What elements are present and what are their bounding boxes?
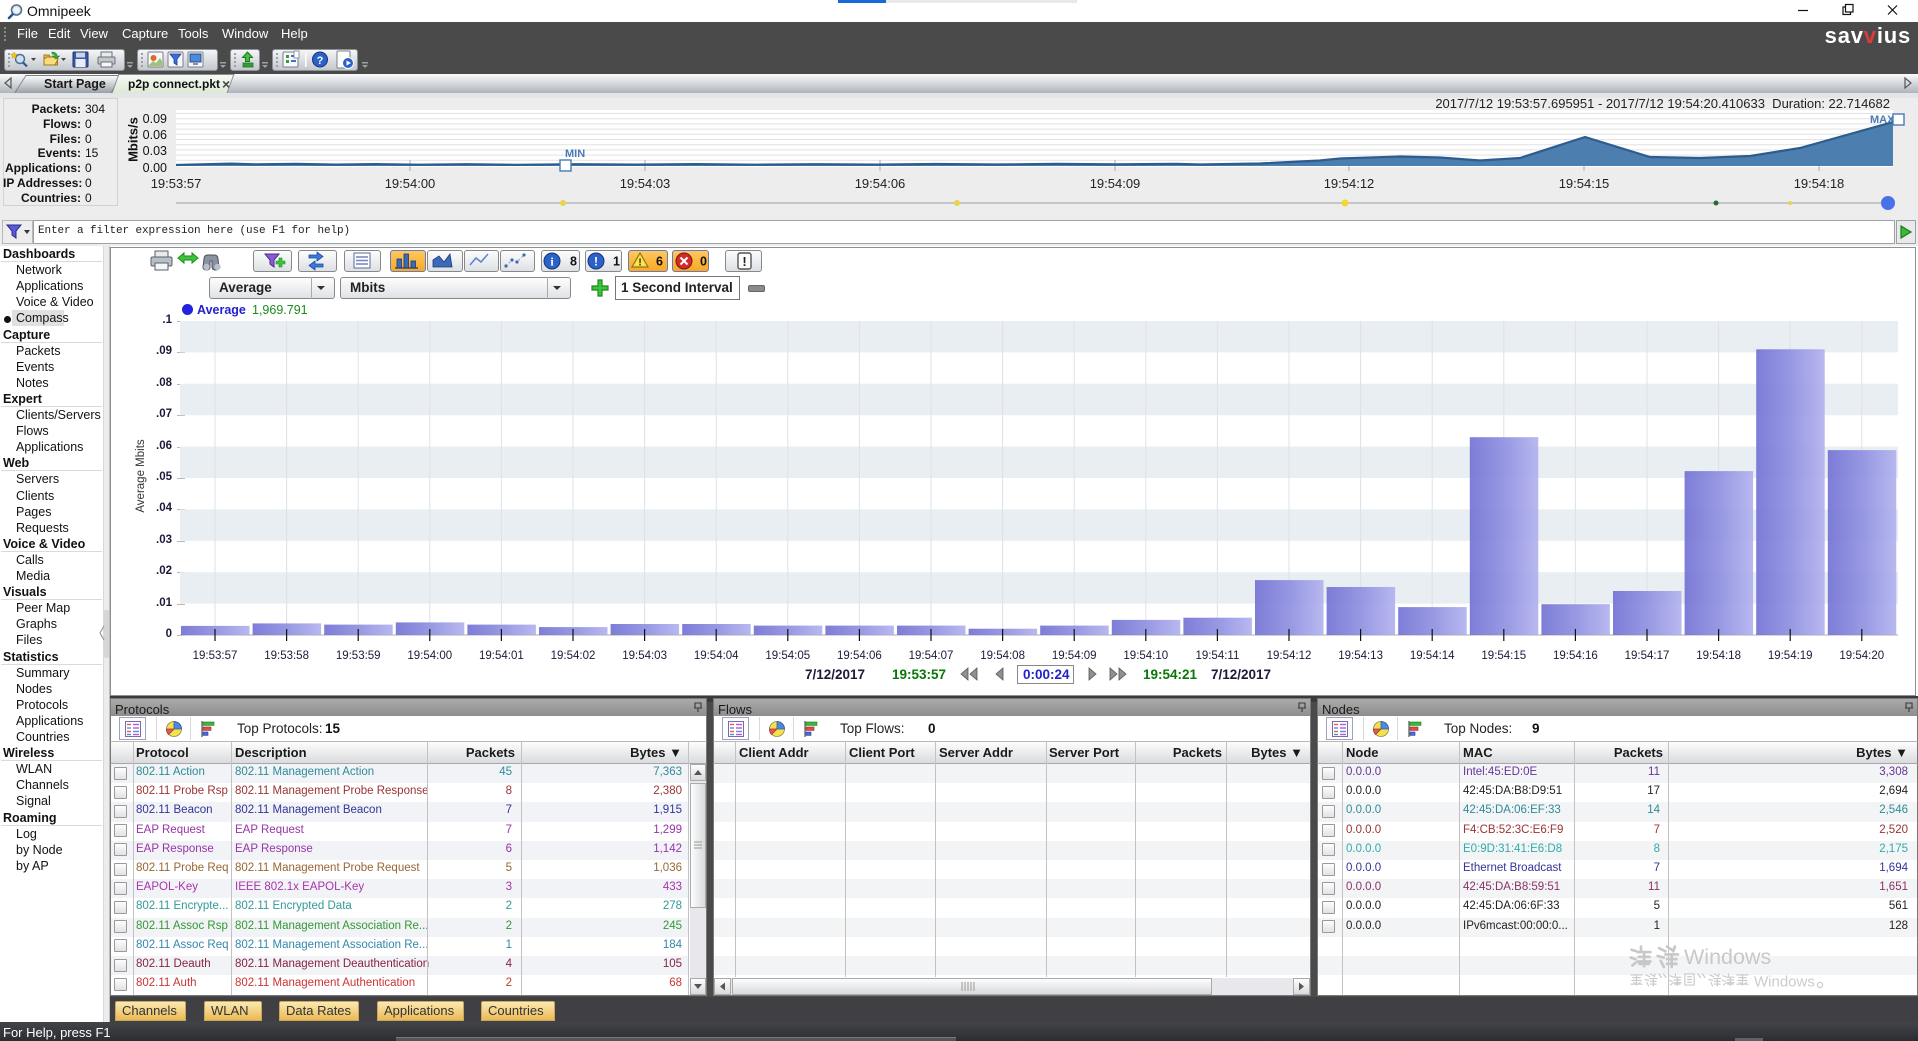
- svg-text:19:53:59: 19:53:59: [336, 650, 381, 662]
- svg-text:19:54:06: 19:54:06: [855, 176, 906, 191]
- svg-text:19:54:14: 19:54:14: [1410, 650, 1455, 662]
- svg-text:19:54:11: 19:54:11: [1195, 650, 1239, 662]
- svg-text:19:54:04: 19:54:04: [694, 650, 739, 662]
- svg-text:19:54:16: 19:54:16: [1553, 650, 1598, 662]
- svg-text:19:54:00: 19:54:00: [385, 176, 436, 191]
- svg-text:19:54:12: 19:54:12: [1267, 650, 1312, 662]
- svg-text:19:54:08: 19:54:08: [980, 650, 1025, 662]
- svg-text:!: !: [594, 255, 598, 269]
- svg-text:19:54:01: 19:54:01: [479, 650, 524, 662]
- svg-text:19:54:10: 19:54:10: [1123, 650, 1168, 662]
- svg-text:0: 0: [700, 255, 707, 269]
- svg-text:19:54:15: 19:54:15: [1559, 176, 1610, 191]
- svg-text:19:54:20: 19:54:20: [1839, 650, 1884, 662]
- svg-text:8: 8: [570, 255, 577, 269]
- svg-text:19:53:58: 19:53:58: [264, 650, 309, 662]
- svg-text:19:54:03: 19:54:03: [620, 176, 671, 191]
- svg-text:19:54:00: 19:54:00: [407, 650, 452, 662]
- svg-text:19:54:12: 19:54:12: [1324, 176, 1375, 191]
- svg-text:1: 1: [613, 255, 620, 269]
- svg-text:19:54:09: 19:54:09: [1090, 176, 1141, 191]
- svg-text:19:54:02: 19:54:02: [551, 650, 596, 662]
- svg-text:19:54:05: 19:54:05: [765, 650, 810, 662]
- svg-text:19:54:18: 19:54:18: [1794, 176, 1845, 191]
- svg-text:!: !: [742, 254, 746, 269]
- svg-text:19:54:19: 19:54:19: [1768, 650, 1813, 662]
- svg-text:19:54:18: 19:54:18: [1696, 650, 1741, 662]
- svg-text:?: ?: [317, 55, 324, 67]
- svg-text:6: 6: [656, 255, 663, 269]
- svg-text:Windows: Windows: [1754, 974, 1815, 991]
- svg-text:19:54:09: 19:54:09: [1052, 650, 1097, 662]
- svg-text:19:54:07: 19:54:07: [909, 650, 954, 662]
- svg-text:19:53:57: 19:53:57: [193, 650, 238, 662]
- svg-text:19:54:15: 19:54:15: [1481, 650, 1526, 662]
- svg-text:19:54:06: 19:54:06: [837, 650, 882, 662]
- svg-text:19:54:03: 19:54:03: [622, 650, 667, 662]
- svg-text:Windows: Windows: [1684, 945, 1771, 969]
- svg-text:MAX: MAX: [1870, 114, 1895, 126]
- svg-text:MIN: MIN: [565, 148, 585, 160]
- svg-text:19:53:57: 19:53:57: [151, 176, 202, 191]
- svg-text:!: !: [638, 258, 641, 269]
- svg-text:19:54:17: 19:54:17: [1625, 650, 1670, 662]
- svg-text:19:54:13: 19:54:13: [1338, 650, 1383, 662]
